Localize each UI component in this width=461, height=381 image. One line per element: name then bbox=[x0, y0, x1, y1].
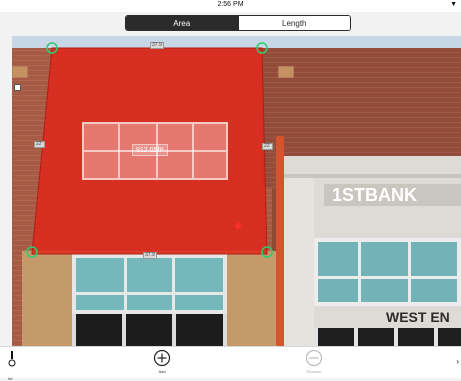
add-button[interactable]: Add bbox=[153, 349, 171, 374]
edge-label-bottom: 37.9 bbox=[143, 252, 157, 259]
building-photo: 1STBANK WEST EN 37.9 22' 22' 37.9 912.05… bbox=[12, 36, 461, 346]
left-tool[interactable]: Inf bbox=[8, 351, 16, 381]
edge-label-left: 22' bbox=[34, 141, 45, 148]
info-dot-icon bbox=[8, 351, 16, 367]
right-tool-icon[interactable]: › bbox=[456, 357, 459, 366]
add-circle-icon bbox=[153, 349, 171, 367]
remove-circle-icon bbox=[305, 349, 323, 367]
area-measurement-label: 912.05ft² bbox=[132, 144, 168, 156]
add-button-label: Add bbox=[158, 369, 166, 374]
left-tool-label: Inf bbox=[8, 376, 13, 381]
edge-label-right: 22' bbox=[262, 143, 273, 150]
segment-area[interactable]: Area bbox=[126, 16, 238, 30]
status-time: 2:56 PM bbox=[217, 1, 244, 8]
segment-length[interactable]: Length bbox=[237, 16, 350, 30]
battery-icon: ▼ bbox=[450, 1, 457, 8]
mode-segmented-control: Area Length bbox=[125, 15, 351, 31]
placement-point bbox=[235, 223, 241, 229]
remove-button-label: Remove bbox=[306, 369, 322, 374]
bottom-toolbar: Inf Add Remove › bbox=[0, 346, 461, 381]
remove-button[interactable]: Remove bbox=[305, 349, 323, 374]
status-bar: 2:56 PM ▼ bbox=[0, 0, 461, 12]
area-overlay[interactable] bbox=[12, 36, 461, 346]
edge-label-top: 37.9 bbox=[150, 42, 164, 49]
